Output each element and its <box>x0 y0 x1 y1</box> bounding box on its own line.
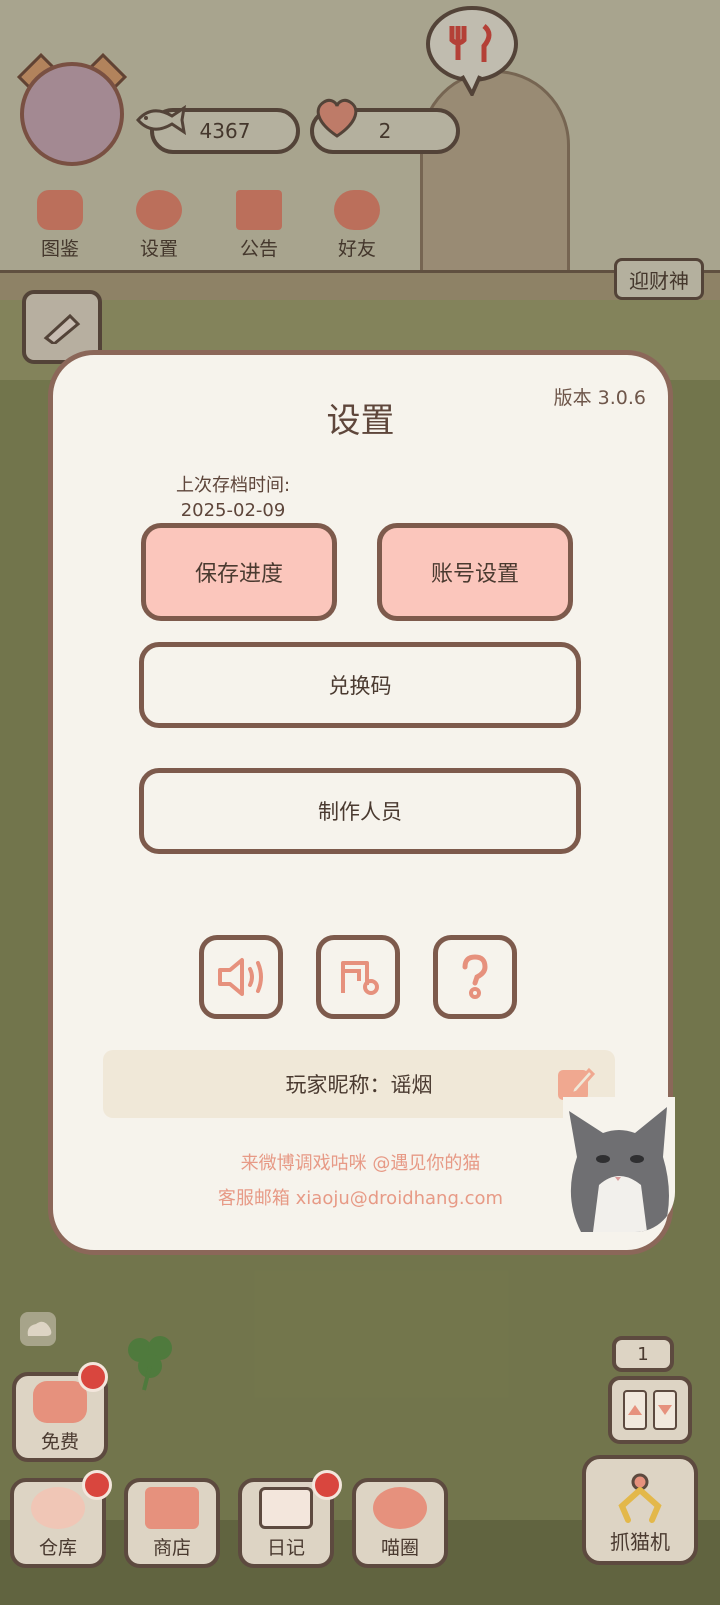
cat-planet-icon <box>373 1487 427 1529</box>
shop-icon <box>145 1487 199 1529</box>
claw-arrows[interactable] <box>608 1376 692 1444</box>
credits-button[interactable]: 制作人员 <box>139 768 581 854</box>
cat-photo <box>563 1097 675 1232</box>
account-settings-label: 账号设置 <box>430 562 519 587</box>
music-button[interactable] <box>316 935 400 1019</box>
arrow-down-icon[interactable] <box>653 1390 677 1430</box>
notification-badge <box>312 1470 342 1500</box>
claw-count: 1 <box>637 1343 649 1365</box>
claw-machine-label: 抓猫机 <box>610 1530 670 1554</box>
triangle-up-icon <box>628 1405 642 1415</box>
claw-counter: 1 <box>612 1336 674 1372</box>
nickname-bar[interactable]: 玩家昵称：谣烟 <box>103 1050 615 1118</box>
diary-icon <box>259 1487 313 1529</box>
redeem-code-label: 兑换码 <box>328 674 392 698</box>
version-label: 版本 3.0.6 <box>553 387 646 409</box>
heart-face-icon <box>33 1381 87 1423</box>
cat-circle-button[interactable]: 喵圈 <box>352 1478 448 1568</box>
notification-badge <box>82 1470 112 1500</box>
free-label: 免费 <box>40 1431 79 1453</box>
redeem-code-button[interactable]: 兑换码 <box>139 642 581 728</box>
save-progress-button[interactable]: 保存进度 <box>141 523 337 621</box>
claw-icon <box>618 1473 662 1523</box>
help-button[interactable] <box>433 935 517 1019</box>
sound-button[interactable] <box>199 935 283 1019</box>
nickname-text: 玩家昵称：谣烟 <box>285 1073 433 1097</box>
diary-label: 日记 <box>266 1537 305 1559</box>
claw-machine-button[interactable]: 抓猫机 <box>582 1455 698 1565</box>
last-save-label: 上次存档时间: <box>175 475 291 496</box>
warehouse-label: 仓库 <box>38 1537 77 1559</box>
cat-circle-label: 喵圈 <box>380 1537 419 1559</box>
credits-label: 制作人员 <box>318 800 402 824</box>
settings-dialog: 设置 版本 3.0.6 上次存档时间: 2025-02-09 09:32 保存进… <box>48 350 675 1255</box>
warehouse-icon <box>31 1487 85 1529</box>
triangle-down-icon <box>658 1405 672 1415</box>
collapse-button[interactable] <box>20 1312 56 1346</box>
sound-icon <box>218 958 263 996</box>
arrow-up-icon[interactable] <box>623 1390 647 1430</box>
shop-button[interactable]: 商店 <box>124 1478 220 1568</box>
clover-icon <box>128 1336 172 1391</box>
music-icon <box>341 961 379 995</box>
save-progress-label: 保存进度 <box>194 562 283 587</box>
cloud-icon <box>27 1321 52 1336</box>
shop-label: 商店 <box>152 1537 191 1559</box>
help-icon <box>462 954 488 999</box>
account-settings-button[interactable]: 账号设置 <box>377 523 573 621</box>
notification-badge <box>78 1362 108 1392</box>
